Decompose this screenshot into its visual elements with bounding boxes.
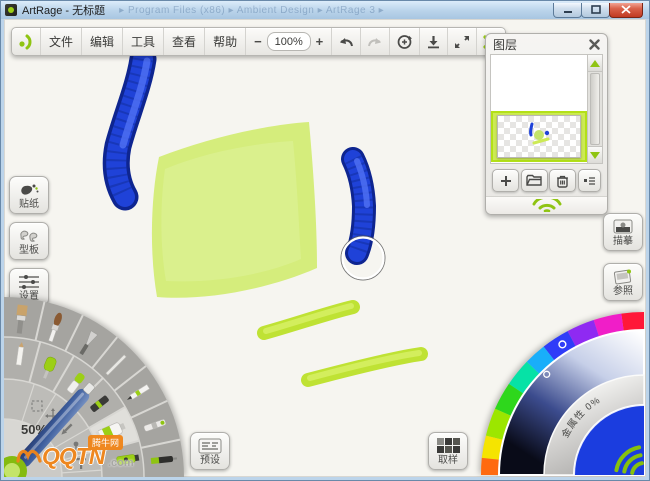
settings-icon bbox=[17, 273, 41, 291]
maximize-button[interactable] bbox=[581, 3, 610, 18]
tracing-button[interactable]: 描摹 bbox=[603, 213, 643, 251]
watermark-tld: .com bbox=[108, 457, 134, 469]
undo-button[interactable] bbox=[332, 28, 361, 55]
layers-scrollbar[interactable] bbox=[587, 55, 602, 163]
maximize-icon bbox=[591, 5, 601, 14]
layers-panel-title: 图层 bbox=[493, 36, 517, 53]
menu-tools[interactable]: 工具 bbox=[123, 28, 164, 55]
menubar: 文件 编辑 工具 查看 帮助 − 100% + bbox=[11, 27, 506, 56]
layer-folder-button[interactable] bbox=[521, 169, 548, 192]
scrollbar-track[interactable] bbox=[590, 73, 600, 145]
close-button[interactable] bbox=[609, 3, 643, 18]
stickers-label: 贴纸 bbox=[19, 199, 39, 211]
scroll-up-icon[interactable] bbox=[588, 55, 602, 72]
fullscreen-icon bbox=[453, 34, 471, 50]
menu-view[interactable]: 查看 bbox=[164, 28, 205, 55]
minimize-icon bbox=[563, 6, 573, 14]
menu-file[interactable]: 文件 bbox=[41, 28, 82, 55]
tracing-icon bbox=[611, 218, 635, 236]
watermark-badge: 腾牛网 bbox=[88, 435, 123, 450]
export-button[interactable] bbox=[420, 28, 448, 55]
samples-label: 取样 bbox=[438, 455, 458, 467]
rotate-view-button[interactable] bbox=[390, 28, 420, 55]
watermark-logo-icon bbox=[16, 445, 42, 465]
redo-button[interactable] bbox=[361, 28, 390, 55]
zoom-level-field[interactable]: 100% bbox=[267, 32, 311, 51]
titlebar[interactable]: ArtRage - 无标题 ▸ Program Files (x86) ▸ Am… bbox=[1, 1, 649, 19]
stickers-button[interactable]: 贴纸 bbox=[9, 176, 49, 214]
zoom-in-button[interactable]: + bbox=[313, 34, 327, 49]
redo-icon bbox=[366, 34, 384, 50]
tracing-label: 描摹 bbox=[613, 236, 633, 248]
folder-icon bbox=[526, 174, 542, 187]
ghost-path-text: ▸ Program Files (x86) ▸ Ambient Design ▸… bbox=[119, 5, 554, 16]
stencils-label: 型板 bbox=[19, 245, 39, 257]
trash-icon bbox=[556, 174, 569, 188]
paint-blue-tube-left bbox=[116, 59, 147, 197]
undo-icon bbox=[337, 34, 355, 50]
export-icon bbox=[425, 34, 442, 50]
stencils-icon bbox=[17, 227, 41, 245]
layers-panel: 图层 bbox=[485, 33, 608, 215]
paint-green-markers bbox=[264, 306, 421, 380]
close-icon bbox=[621, 5, 631, 14]
reference-label: 参照 bbox=[613, 286, 633, 298]
collapse-arcs-icon bbox=[530, 199, 564, 212]
delete-layer-button[interactable] bbox=[549, 169, 576, 192]
minimize-button[interactable] bbox=[553, 3, 582, 18]
layer-thumbnail bbox=[497, 115, 581, 158]
layer-row-background[interactable] bbox=[491, 55, 587, 112]
scroll-down-icon[interactable] bbox=[588, 146, 602, 163]
stickers-icon bbox=[17, 181, 41, 199]
plus-icon bbox=[500, 175, 512, 187]
artrage-window: ArtRage - 无标题 ▸ Program Files (x86) ▸ Am… bbox=[0, 0, 650, 481]
window-title: ArtRage - 无标题 bbox=[22, 2, 105, 18]
fullscreen-button[interactable] bbox=[448, 28, 477, 55]
menu-lines-icon bbox=[583, 176, 596, 186]
reference-icon bbox=[611, 268, 635, 286]
add-layer-button[interactable] bbox=[492, 169, 519, 192]
reference-button[interactable]: 参照 bbox=[603, 263, 643, 301]
samples-grid-icon bbox=[435, 437, 461, 455]
artrage-logo-icon[interactable] bbox=[12, 28, 41, 55]
layer-row-selected[interactable] bbox=[491, 111, 587, 162]
layers-close-icon[interactable] bbox=[589, 39, 600, 50]
layers-collapse-handle[interactable] bbox=[486, 196, 607, 214]
layer-menu-button[interactable] bbox=[578, 169, 601, 192]
color-picker[interactable]: 金属性 0% bbox=[471, 307, 646, 477]
menu-edit[interactable]: 编辑 bbox=[82, 28, 123, 55]
app-icon bbox=[5, 4, 17, 16]
zoom-out-button[interactable]: − bbox=[251, 34, 265, 49]
canvas[interactable]: 文件 编辑 工具 查看 帮助 − 100% + bbox=[4, 19, 646, 477]
layers-list bbox=[490, 54, 603, 164]
samples-button[interactable]: 取样 bbox=[428, 432, 468, 470]
stencils-button[interactable]: 型板 bbox=[9, 222, 49, 260]
menu-help[interactable]: 帮助 bbox=[205, 28, 246, 55]
rotate-view-icon bbox=[395, 33, 414, 51]
site-watermark: QQTN 腾牛网 .com bbox=[16, 435, 146, 471]
